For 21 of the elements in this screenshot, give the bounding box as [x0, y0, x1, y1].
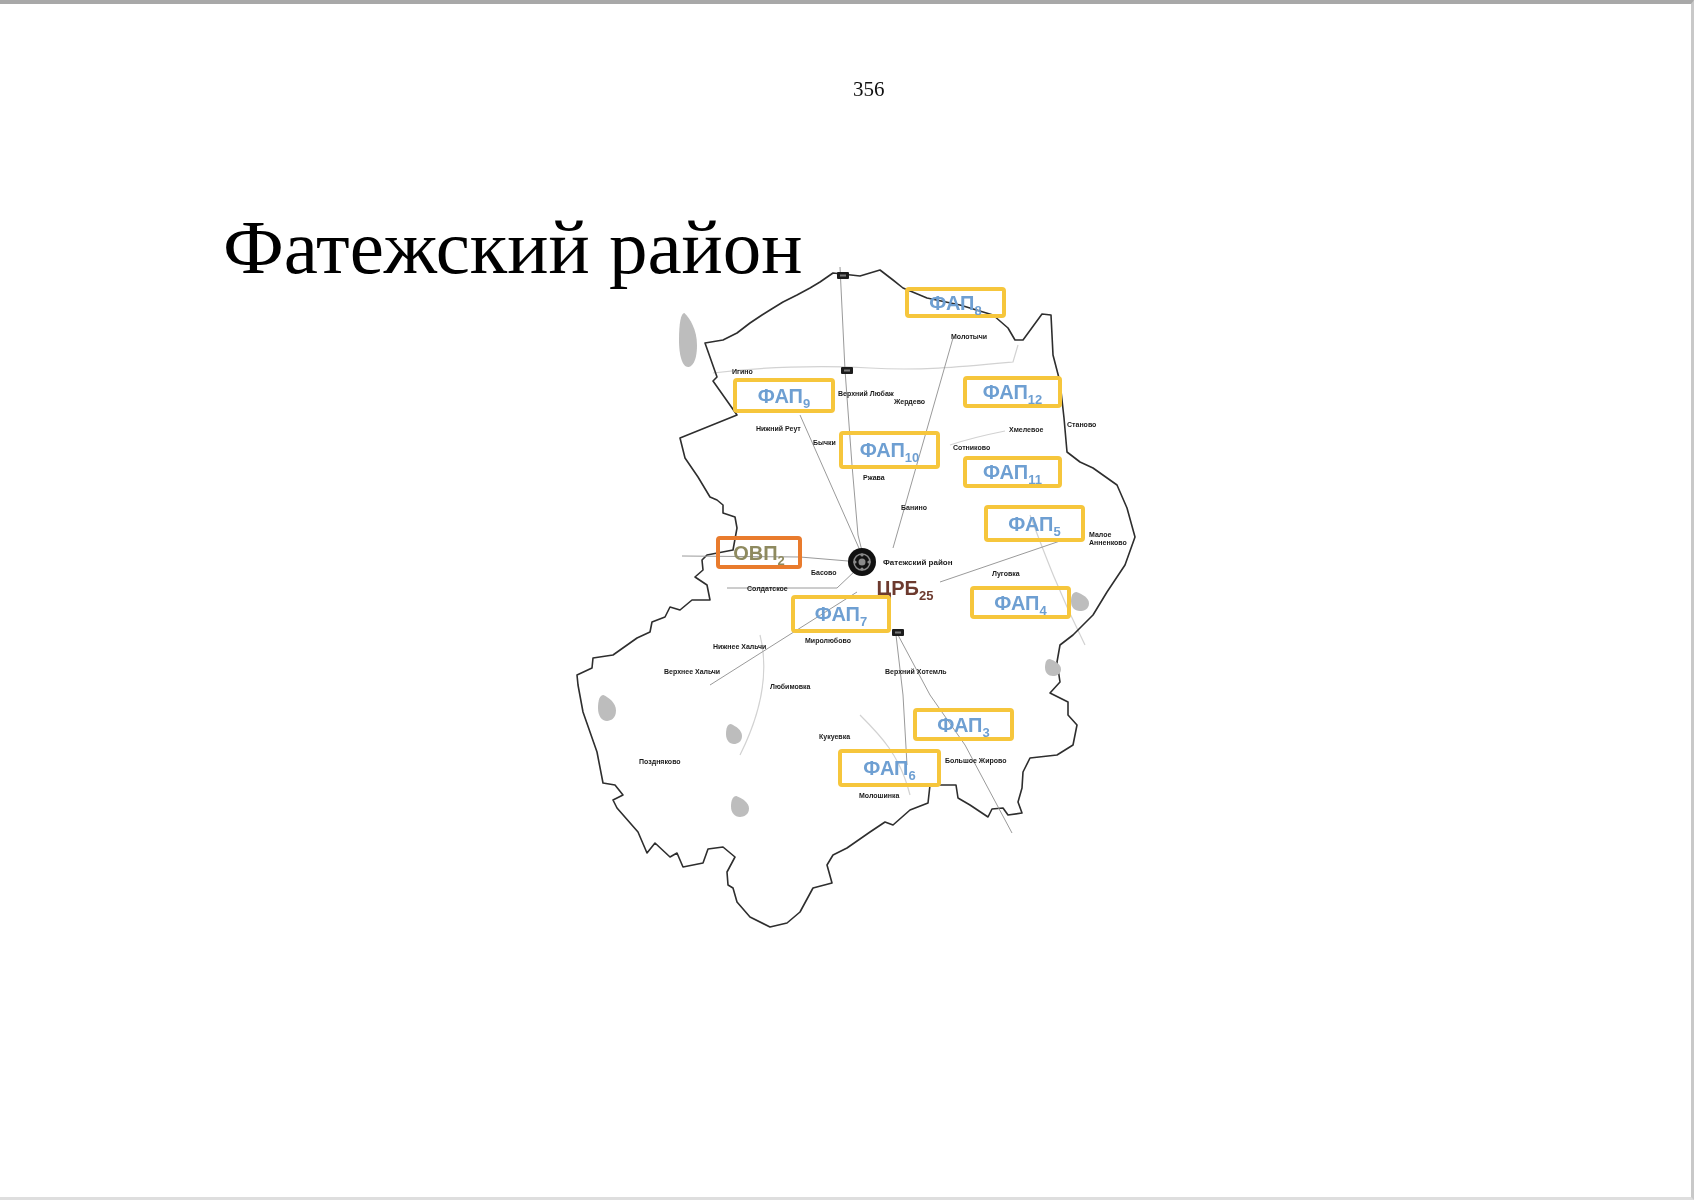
facility-label: ФАП$_{4}$	[970, 586, 1071, 619]
lake-icon	[731, 796, 749, 817]
facility-label: ФАП$_{5}$	[984, 505, 1085, 542]
page-number: 356	[853, 77, 885, 101]
facility-label: ФАП$_{10}$	[839, 431, 940, 469]
place-label: Фатежский район	[883, 559, 953, 567]
facility-label: ФАП$_{9}$	[733, 378, 835, 413]
district-center-marker-icon	[848, 548, 876, 576]
facility-label: ФАП$_{11}$	[963, 456, 1062, 488]
lake-icon	[679, 313, 697, 367]
lake-icon	[1071, 592, 1089, 611]
lake-icon	[598, 695, 616, 721]
lake-icon	[1045, 659, 1061, 676]
road-sign-icon	[841, 367, 853, 374]
road-sign-icon	[892, 629, 904, 636]
facility-label: ФАП$_{12}$	[963, 376, 1062, 408]
facility-label: ФАП$_{3}$	[913, 708, 1014, 741]
lake-icon	[726, 724, 742, 744]
facility-label: ОВП$_{2}$	[716, 536, 802, 569]
facility-label: ФАП$_{6}$	[838, 749, 941, 787]
road-sign-icon	[837, 272, 849, 279]
